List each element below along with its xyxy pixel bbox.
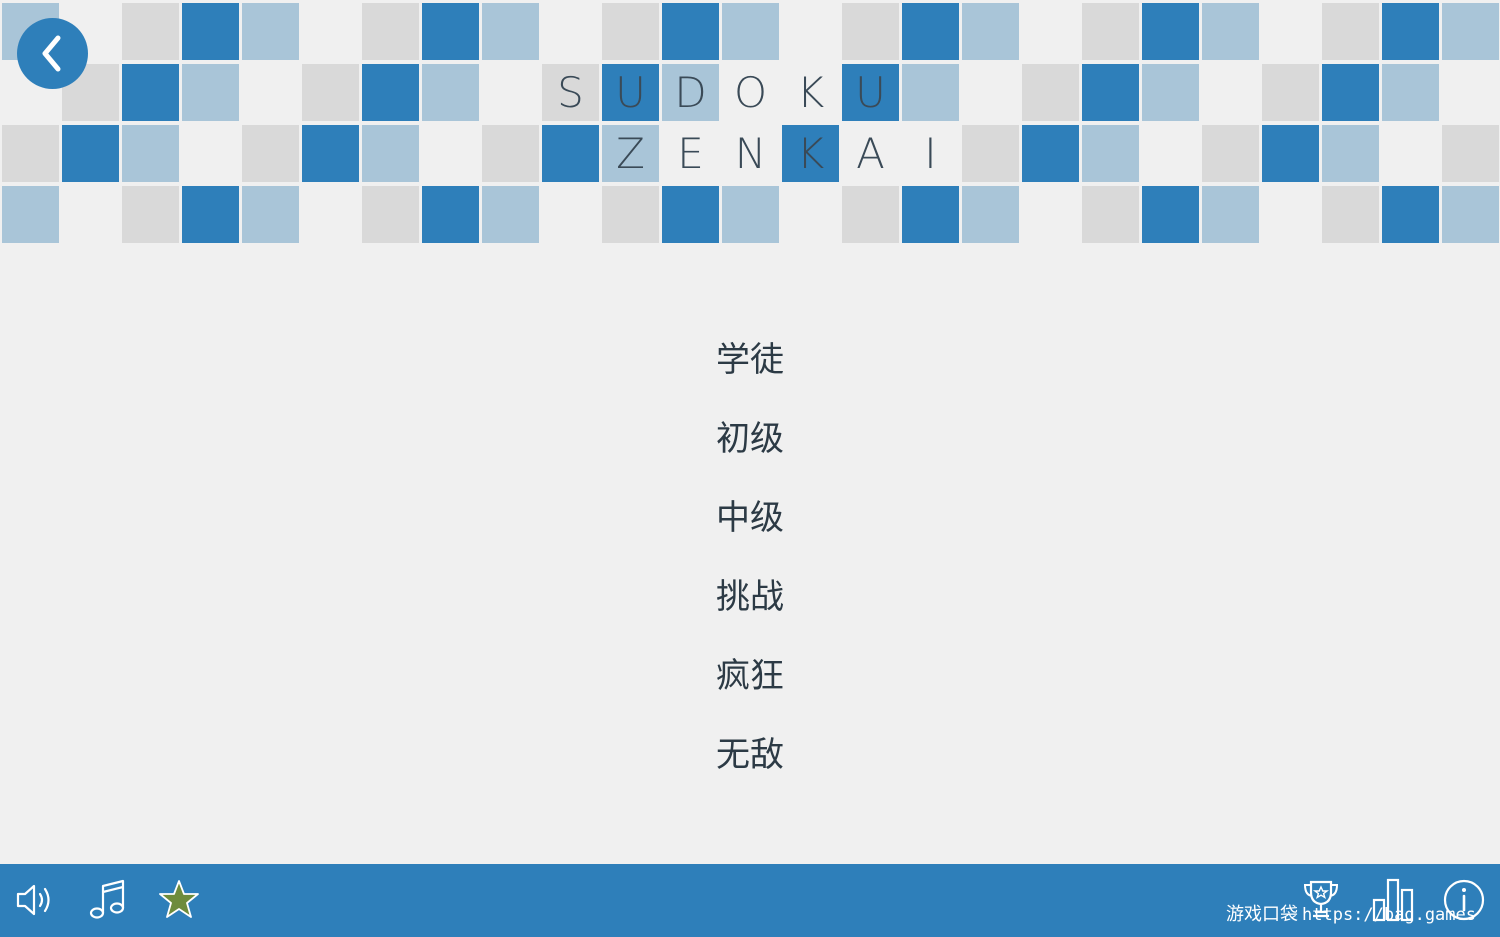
mosaic-tile <box>1322 186 1379 243</box>
speaker-icon <box>16 884 50 916</box>
mosaic-tile <box>962 125 1019 182</box>
mosaic-tile <box>662 3 719 60</box>
mosaic-tile <box>482 3 539 60</box>
chevron-left-icon <box>42 35 61 72</box>
mosaic-tile <box>602 3 659 60</box>
watermark-site-name: 游戏口袋 <box>1226 904 1298 925</box>
music-note-icon <box>89 879 125 919</box>
mosaic-tile <box>542 125 599 182</box>
mosaic-tile <box>962 3 1019 60</box>
watermark-url: https://bag.games <box>1302 905 1476 925</box>
mosaic-tile <box>302 125 359 182</box>
mosaic-tile <box>902 186 959 243</box>
mosaic-tile <box>242 3 299 60</box>
mosaic-tile <box>242 186 299 243</box>
mosaic-tile <box>2 125 59 182</box>
mosaic-tile <box>842 186 899 243</box>
mosaic-tile <box>1382 186 1439 243</box>
mosaic-tile <box>602 186 659 243</box>
mosaic-tile <box>1202 186 1259 243</box>
mosaic-tile <box>722 186 779 243</box>
app-screen: SUDOKUZENKAI 学徒 初级 中级 挑战 疯狂 无敌 游戏口袋 http… <box>0 0 1500 937</box>
star-icon <box>159 880 199 918</box>
mosaic-tile <box>362 125 419 182</box>
mosaic-tile <box>362 64 419 121</box>
mosaic-tile <box>422 3 479 60</box>
mosaic-tile <box>722 3 779 60</box>
mosaic-tile <box>842 3 899 60</box>
title-sudoku-letter: U <box>615 68 646 117</box>
mosaic-tile <box>422 186 479 243</box>
mosaic-tile <box>122 3 179 60</box>
mosaic-tile <box>902 3 959 60</box>
mosaic-tile <box>62 125 119 182</box>
title-sudoku-letter: S <box>557 68 584 117</box>
mosaic-tile <box>242 125 299 182</box>
mosaic-tile <box>1322 125 1379 182</box>
title-zenkai-letter: K <box>796 129 825 178</box>
mosaic-tile <box>662 186 719 243</box>
mosaic-tile <box>482 125 539 182</box>
difficulty-intermediate[interactable]: 中级 <box>650 488 850 548</box>
mosaic-tile <box>1142 3 1199 60</box>
difficulty-apprentice[interactable]: 学徒 <box>650 330 850 390</box>
mosaic-tile <box>122 186 179 243</box>
difficulty-challenge[interactable]: 挑战 <box>650 567 850 627</box>
mosaic-tile <box>122 125 179 182</box>
mosaic-tile <box>1082 64 1139 121</box>
back-button[interactable] <box>17 18 88 89</box>
music-toggle-button[interactable] <box>84 876 132 924</box>
title-sudoku-letter: O <box>733 68 768 117</box>
mosaic-tile <box>1202 125 1259 182</box>
mosaic-tile <box>962 186 1019 243</box>
mosaic-tile <box>182 64 239 121</box>
mosaic-tile <box>362 186 419 243</box>
title-sudoku-letter: U <box>855 68 886 117</box>
mosaic-tile <box>1322 3 1379 60</box>
difficulty-crazy[interactable]: 疯狂 <box>650 646 850 706</box>
title-zenkai-letter: A <box>856 129 885 178</box>
mosaic-tile <box>1442 3 1499 60</box>
mosaic-tile <box>122 64 179 121</box>
mosaic-tile <box>182 186 239 243</box>
mosaic-tile <box>182 3 239 60</box>
mosaic-tile <box>1082 3 1139 60</box>
title-zenkai-letter: N <box>734 129 767 178</box>
mosaic-banner: SUDOKUZENKAI <box>0 0 1500 250</box>
mosaic-tile <box>1022 125 1079 182</box>
title-zenkai-letter: E <box>677 129 704 178</box>
watermark: 游戏口袋 https://bag.games <box>1226 900 1476 926</box>
title-zenkai-letter: Z <box>616 129 645 178</box>
mosaic-tile <box>1202 3 1259 60</box>
mosaic-tile <box>1262 64 1319 121</box>
title-sudoku-letter: K <box>796 68 825 117</box>
title-zenkai-letter: I <box>924 129 937 178</box>
mosaic-tile <box>1022 64 1079 121</box>
mosaic-tile <box>1142 64 1199 121</box>
mosaic-tile <box>482 186 539 243</box>
mosaic-tile <box>1442 125 1499 182</box>
rate-button[interactable] <box>155 876 203 924</box>
mosaic-tile <box>1442 186 1499 243</box>
mosaic-tile <box>902 64 959 121</box>
mosaic-tile <box>422 64 479 121</box>
mosaic-tile <box>1262 125 1319 182</box>
mosaic-tile <box>1382 64 1439 121</box>
mosaic-tile <box>1142 186 1199 243</box>
title-sudoku-letter: D <box>674 68 707 117</box>
mosaic-tile <box>1082 125 1139 182</box>
difficulty-beginner[interactable]: 初级 <box>650 409 850 469</box>
mosaic-tile <box>362 3 419 60</box>
mosaic-tile <box>302 64 359 121</box>
mosaic-tile <box>1322 64 1379 121</box>
mosaic-tile <box>2 186 59 243</box>
sound-toggle-button[interactable] <box>12 876 60 924</box>
mosaic-tile <box>1382 3 1439 60</box>
mosaic-tile <box>1082 186 1139 243</box>
difficulty-invincible[interactable]: 无敌 <box>650 725 850 785</box>
